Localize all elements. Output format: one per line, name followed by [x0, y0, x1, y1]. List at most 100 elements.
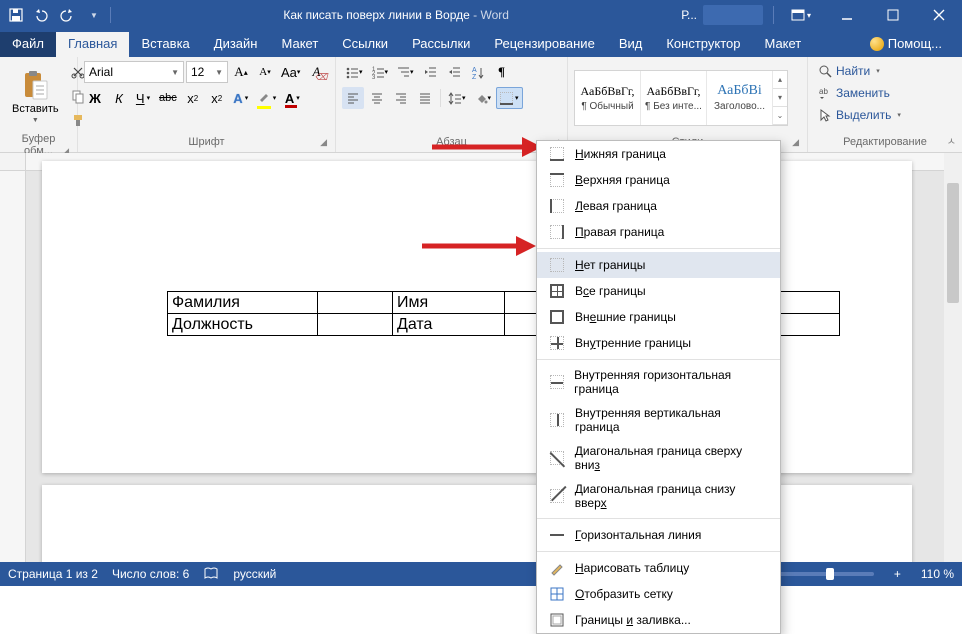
align-right-button[interactable]: [390, 87, 412, 109]
grow-font-button[interactable]: A▴: [230, 61, 252, 83]
collapse-ribbon-button[interactable]: ㅅ: [947, 133, 956, 148]
tab-mailings[interactable]: Рассылки: [400, 32, 482, 57]
style-nospacing[interactable]: АаБбВвГг,¶ Без инте...: [641, 71, 707, 125]
style-normal[interactable]: АаБбВвГг,¶ Обычный: [575, 71, 641, 125]
border-none[interactable]: Нет границы: [537, 252, 780, 278]
border-diagu[interactable]: Диагональная граница снизу вверх: [537, 477, 780, 515]
close-button[interactable]: [916, 0, 962, 30]
align-center-button[interactable]: [366, 87, 388, 109]
vertical-ruler[interactable]: [0, 171, 26, 562]
status-bar: Страница 1 из 2 Число слов: 6 русский − …: [0, 562, 962, 586]
clear-formatting-button[interactable]: A⌫: [305, 61, 327, 83]
decrease-indent-button[interactable]: [419, 61, 441, 83]
styles-launcher[interactable]: ◢: [792, 137, 799, 148]
strikethrough-button[interactable]: abc: [156, 87, 180, 109]
page-2[interactable]: [42, 485, 912, 562]
paste-button[interactable]: Вставить ▼: [6, 67, 65, 126]
select-button[interactable]: Выделить▾: [814, 105, 956, 125]
zoom-in-button[interactable]: +: [888, 567, 907, 581]
redo-button[interactable]: [56, 3, 80, 27]
zoom-level[interactable]: 110 %: [921, 567, 954, 581]
border-draw[interactable]: Нарисовать таблицу: [537, 555, 780, 581]
border-hline[interactable]: Горизонтальная линия: [537, 522, 780, 548]
line-spacing-icon: [448, 91, 462, 105]
status-wordcount[interactable]: Число слов: 6: [112, 567, 189, 581]
justify-button[interactable]: [414, 87, 436, 109]
border-diagd[interactable]: Диагональная граница сверху вниз: [537, 439, 780, 477]
subscript-button[interactable]: x2: [182, 87, 204, 109]
border-left[interactable]: Левая граница: [537, 193, 780, 219]
superscript-button[interactable]: x2: [206, 87, 228, 109]
ribbon-tabs: Файл Главная Вставка Дизайн Макет Ссылки…: [0, 30, 962, 57]
ribbon-display-options[interactable]: ▾: [778, 0, 824, 30]
numbering-button[interactable]: 123▾: [368, 61, 392, 83]
tab-view[interactable]: Вид: [607, 32, 655, 57]
style-heading1[interactable]: АаБбВіЗаголово...: [707, 71, 773, 125]
undo-button[interactable]: [30, 3, 54, 27]
line-spacing-button[interactable]: ▾: [445, 87, 469, 109]
tab-table-layout[interactable]: Макет: [752, 32, 813, 57]
save-button[interactable]: [4, 3, 28, 27]
clipboard-icon: [19, 69, 51, 101]
shading-button[interactable]: ▾: [471, 87, 495, 109]
account-name-placeholder[interactable]: [703, 5, 763, 25]
page-1[interactable]: Фамилия Имя Должность Дата: [42, 161, 912, 473]
bullets-button[interactable]: ▾: [342, 61, 366, 83]
sort-button[interactable]: AZ: [467, 61, 489, 83]
border-inside[interactable]: Внутренние границы: [537, 330, 780, 356]
font-size-combo[interactable]: 12▼: [186, 61, 228, 83]
vertical-scrollbar[interactable]: [944, 153, 962, 562]
border-bottom[interactable]: Нижняя граница: [537, 141, 780, 167]
status-page[interactable]: Страница 1 из 2: [8, 567, 98, 581]
border-outside[interactable]: Внешние границы: [537, 304, 780, 330]
show-marks-button[interactable]: ¶: [491, 61, 513, 83]
align-left-button[interactable]: [342, 87, 364, 109]
border-top[interactable]: Верхняя граница: [537, 167, 780, 193]
border-grid[interactable]: Отобразить сетку: [537, 581, 780, 607]
window-title: Как писать поверх линии в Ворде - Word: [117, 8, 675, 22]
change-case-button[interactable]: Aa ▾: [278, 61, 303, 83]
bucket-icon: [474, 91, 488, 105]
font-launcher[interactable]: ◢: [320, 137, 327, 148]
tab-file[interactable]: Файл: [0, 32, 56, 57]
tab-table-design[interactable]: Конструктор: [654, 32, 752, 57]
title-bar: ▼ Как писать поверх линии в Ворде - Word…: [0, 0, 962, 30]
tab-references[interactable]: Ссылки: [330, 32, 400, 57]
border-right[interactable]: Правая граница: [537, 219, 780, 245]
font-name-combo[interactable]: Arial▼: [84, 61, 184, 83]
multilevel-button[interactable]: ▾: [393, 61, 417, 83]
replace-button[interactable]: abЗаменить: [814, 83, 956, 103]
increase-indent-button[interactable]: [443, 61, 465, 83]
minimize-button[interactable]: [824, 0, 870, 30]
border-all[interactable]: Все границы: [537, 278, 780, 304]
cursor-icon: [818, 108, 832, 122]
qat-customize[interactable]: ▼: [82, 3, 106, 27]
shrink-font-button[interactable]: A▾: [254, 61, 276, 83]
svg-text:3: 3: [372, 75, 376, 81]
tell-me[interactable]: Помощ...: [858, 32, 962, 57]
tab-insert[interactable]: Вставка: [129, 32, 201, 57]
tab-design[interactable]: Дизайн: [202, 32, 270, 57]
find-button[interactable]: Найти▾: [814, 61, 956, 81]
styles-gallery[interactable]: АаБбВвГг,¶ Обычный АаБбВвГг,¶ Без инте..…: [574, 70, 788, 126]
tab-review[interactable]: Рецензирование: [482, 32, 606, 57]
tab-home[interactable]: Главная: [56, 32, 129, 57]
tab-layout[interactable]: Макет: [269, 32, 330, 57]
border-dialog[interactable]: Границы и заливка...: [537, 607, 780, 633]
text-effects-button[interactable]: A▾: [230, 87, 252, 109]
border-insidev[interactable]: Внутренняя вертикальная граница: [537, 401, 780, 439]
border-insideh[interactable]: Внутренняя горизонтальная граница: [537, 363, 780, 401]
status-language[interactable]: русский: [233, 567, 276, 581]
styles-scroll[interactable]: ▴▾⌄: [773, 71, 787, 125]
highlight-button[interactable]: ▾: [254, 87, 280, 109]
maximize-button[interactable]: [870, 0, 916, 30]
status-spellcheck[interactable]: [203, 566, 219, 583]
svg-text:Z: Z: [472, 74, 477, 81]
italic-button[interactable]: К: [108, 87, 130, 109]
bold-button[interactable]: Ж: [84, 87, 106, 109]
underline-button[interactable]: Ч▾: [132, 87, 154, 109]
font-color-button[interactable]: A▾: [281, 87, 303, 109]
account-initial[interactable]: Р...: [675, 8, 703, 22]
highlighter-icon: [257, 90, 271, 104]
borders-button[interactable]: ▾: [496, 87, 523, 109]
